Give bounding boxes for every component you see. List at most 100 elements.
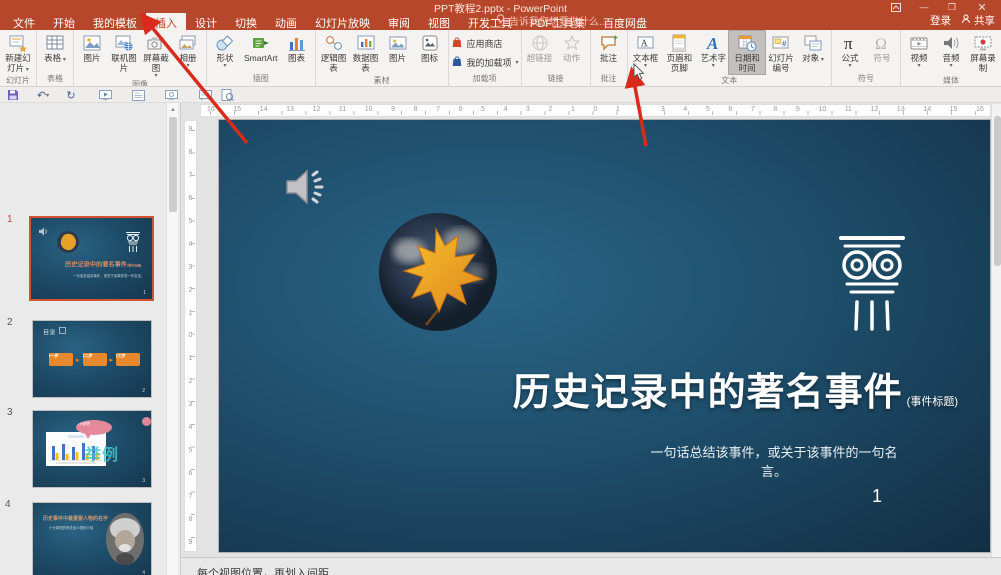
powerpoint-window: PPT教程2.pptx - PowerPoint — ❐ ✕ 文件 开始 我的模… (0, 0, 1001, 575)
slide-thumbnail-1[interactable]: 历史记录中的著名事件(事件标题) 一句话总结该事件，或关于该事件的一句名言。 1 (29, 216, 154, 301)
thumbnail-number-4: 4 (5, 499, 11, 510)
group-label-illustrations: 插图 (252, 74, 269, 83)
projector-button[interactable] (196, 88, 214, 102)
online-pictures-button[interactable]: 联机图片 (108, 31, 140, 74)
comment-button[interactable]: 批注 (593, 31, 625, 64)
horizontal-ruler-numbers: 16 15 14 13 12 11 10 9 8 7 6 5 4 3 2 1 0 1 2 3 4 5 6 7 8 9 10 11 12 1… (207, 106, 984, 113)
slide-canvas[interactable]: 历史记录中的著名事件 (事件标题) 一句话总结该事件，或关于该事件的一句名言。 1 (219, 120, 990, 552)
asset-pictures-icon (388, 33, 408, 53)
screen-recording-button[interactable]: 屏幕录制 (967, 31, 999, 74)
tab-review[interactable]: 审阅 (379, 13, 419, 30)
thumbnail-number-3: 3 (7, 407, 13, 418)
thumbnail-scroll-up-icon[interactable]: ▲ (167, 104, 179, 116)
new-slide-button[interactable]: 新建幻灯片 (2, 31, 34, 74)
tab-view[interactable]: 视图 (419, 13, 459, 30)
smartart-button[interactable]: SmartArt (241, 31, 281, 64)
group-label-tables: 表格 (47, 74, 63, 83)
slide-subtitle[interactable]: 一句话总结该事件，或关于该事件的一句名言。 (639, 442, 909, 480)
slide-thumbnail-4[interactable]: 历史事件中最重要人物的名字 十分简短的有关该人物的介绍 4 (32, 502, 152, 575)
presenter-view-button[interactable] (162, 88, 180, 102)
wordart-button[interactable]: A 艺术字 (697, 31, 729, 68)
share-button[interactable]: 共享 (961, 13, 995, 28)
signin-link[interactable]: 登录 (930, 13, 951, 28)
tab-my-template[interactable]: 我的模板 (84, 13, 146, 30)
slide-thumbnail-2[interactable]: 目录 第一步 ▸ 第二步 ▸ 第三步 2 (32, 320, 152, 398)
group-label-media: 媒体 (943, 75, 959, 85)
person-icon (961, 14, 971, 27)
tab-insert[interactable]: 插入 (146, 13, 186, 30)
thumb3-callout-tail (85, 434, 91, 439)
hyperlink-button[interactable]: 超链接 (524, 31, 556, 64)
close-button[interactable]: ✕ (969, 0, 995, 14)
comment-icon (599, 33, 619, 53)
slide-number-button[interactable]: # 幻灯片编号 (765, 31, 797, 74)
thumb3-page-number: 3 (142, 478, 145, 484)
svg-text:A: A (706, 34, 718, 53)
logic-chart-button[interactable]: 逻辑图表 (318, 31, 350, 74)
editor-scroll-thumb[interactable] (993, 116, 1001, 266)
tab-transitions[interactable]: 切换 (226, 13, 266, 30)
datetime-button[interactable]: 日期和时间 (728, 30, 766, 75)
column-logo-icon (837, 232, 907, 337)
tab-home[interactable]: 开始 (44, 13, 84, 30)
data-chart-button[interactable]: 数据图表 (350, 31, 382, 74)
tell-me-search[interactable]: 告诉我您想要做什么... (496, 13, 607, 28)
thumbnail-number-2: 2 (7, 317, 13, 328)
vertical-ruler-numbers: 9876543210123456789 (188, 126, 193, 546)
slide-title[interactable]: 历史记录中的著名事件 (事件标题) (258, 361, 958, 416)
symbol-button[interactable]: Ω 符号 (866, 31, 898, 64)
minimize-button[interactable]: — (911, 0, 937, 14)
undo-button[interactable]: ↶ ▾ (30, 88, 56, 102)
photo-album-icon (178, 33, 198, 53)
redo-button[interactable]: ↻ (62, 88, 80, 102)
audio-speaker-icon[interactable] (283, 167, 329, 212)
thumb3-callout-bubble: 事件说明 (76, 420, 112, 435)
textbox-button[interactable]: A 文本框 (630, 31, 662, 68)
tab-file[interactable]: 文件 (4, 13, 44, 30)
thumbnail-scroll-thumb[interactable] (169, 117, 177, 212)
slideshow-from-start-button[interactable] (96, 88, 114, 102)
pictures-button[interactable]: 图片 (76, 31, 108, 64)
leaf-image[interactable] (379, 213, 497, 336)
tab-animations[interactable]: 动画 (266, 13, 306, 30)
shapes-button[interactable]: 形状 (209, 31, 241, 68)
vertical-ruler: 9876543210123456789 (184, 120, 197, 552)
equation-button[interactable]: π 公式 (834, 31, 866, 68)
thumb3-pink-dot (142, 417, 151, 426)
ribbon-group-addins: 应用商店 我的加载项 ▾ 加载项 (449, 30, 522, 86)
header-footer-button[interactable]: 页眉和页脚 (662, 31, 698, 74)
photo-album-button[interactable]: 相册 (172, 31, 204, 68)
hyperlink-icon (530, 33, 550, 53)
wordart-icon: A (703, 33, 723, 53)
video-button[interactable]: 视频 (903, 31, 935, 68)
restore-button[interactable]: ❐ (939, 0, 965, 14)
notes-pane[interactable]: 每个视图位置，再划入间距 (181, 557, 1001, 575)
symbol-icon: Ω (872, 33, 892, 53)
tab-design[interactable]: 设计 (186, 13, 226, 30)
slide-view-button[interactable] (129, 88, 147, 102)
ribbon-group-links: 超链接 动作 链接 (522, 30, 591, 86)
object-button[interactable]: 对象 (797, 31, 829, 64)
asset-pictures-button[interactable]: 图片 (382, 31, 414, 64)
thumb1-speaker-icon (38, 223, 48, 241)
svg-text:π: π (844, 34, 853, 53)
thumb1-page-number: 1 (143, 290, 146, 296)
my-addins-button[interactable]: 我的加载项 ▾ (451, 55, 519, 69)
app-store-button[interactable]: 应用商店 (451, 36, 503, 50)
action-button[interactable]: 动作 (556, 31, 588, 64)
editor-scrollbar[interactable] (991, 104, 1001, 575)
ribbon-group-symbols: π 公式 Ω 符号 符号 (832, 30, 901, 86)
group-label-symbols: 符号 (858, 74, 874, 83)
tab-slideshow[interactable]: 幻灯片放映 (306, 13, 379, 30)
screenshot-button[interactable]: 屏幕截图 (140, 31, 172, 78)
thumbnail-scrollbar[interactable]: ▲ (166, 103, 178, 575)
audio-button[interactable]: 音频 (935, 31, 967, 68)
save-button[interactable] (4, 88, 22, 102)
table-button[interactable]: 表格 (39, 31, 71, 64)
ribbon-display-options-button[interactable] (883, 0, 909, 14)
chart-button[interactable]: 图表 (281, 31, 313, 64)
slide-thumbnail-3[interactable]: 事件说明 举例 3 (32, 410, 152, 488)
print-preview-button[interactable] (218, 88, 236, 102)
asset-icons-button[interactable]: 图标 (414, 31, 446, 64)
thumb2-header-icon (59, 327, 66, 334)
